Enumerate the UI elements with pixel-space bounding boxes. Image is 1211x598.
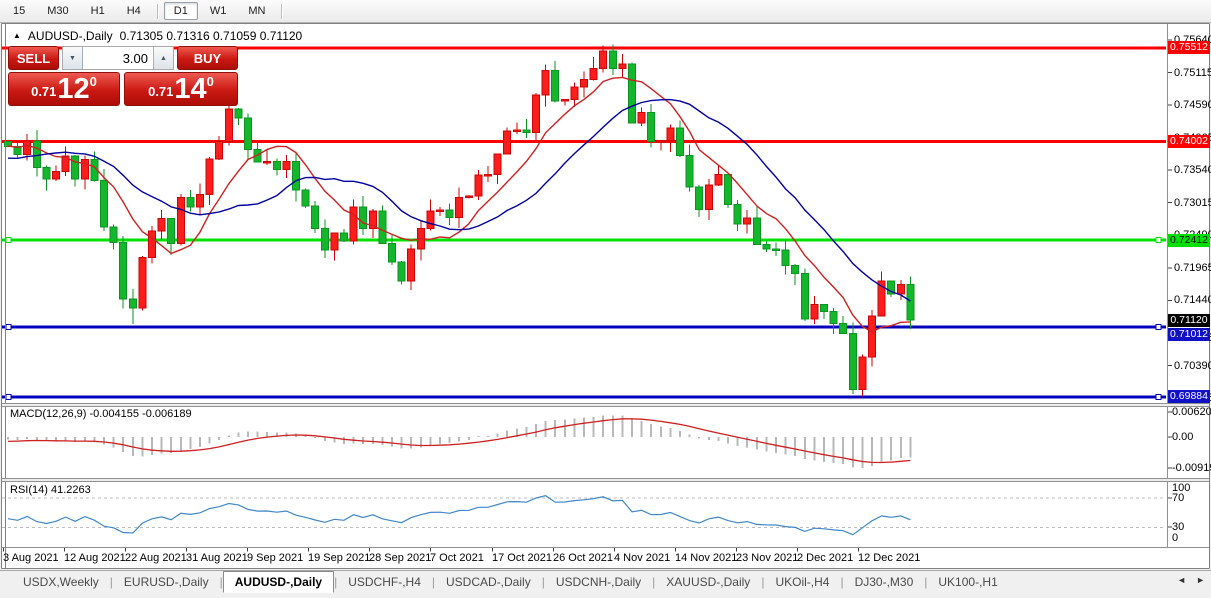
price-axis-tick: 0.70390: [1174, 360, 1211, 372]
chart-tab-dj30-m30[interactable]: DJ30-,M30: [844, 572, 925, 592]
chart-tab-eurusd-daily[interactable]: EURUSD-,Daily: [113, 572, 220, 592]
tab-scroll-right-icon[interactable]: ►: [1196, 575, 1205, 585]
chart-tab-usdx-weekly[interactable]: USDX,Weekly: [12, 572, 110, 592]
rsi-axis-tick: 70: [1172, 492, 1184, 504]
date-axis-label: 12 Dec 2021: [858, 552, 920, 564]
macd-pane-label: MACD(12,26,9) -0.004155 -0.006189: [10, 408, 192, 420]
price-axis-tick: 0.74590: [1174, 99, 1211, 111]
date-axis-label: 26 Oct 2021: [553, 552, 613, 564]
chart-tab-audusd-daily[interactable]: AUDUSD-,Daily: [223, 571, 334, 593]
sell-price-point: 0: [90, 74, 97, 89]
level-price-label: 0.75512: [1168, 41, 1210, 54]
sell-button[interactable]: SELL: [8, 46, 59, 70]
date-axis-label: 17 Oct 2021: [492, 552, 552, 564]
chart-symbol-label: AUDUSD-,Daily: [28, 29, 113, 43]
tab-scroll-left-icon[interactable]: ◄: [1177, 575, 1186, 585]
level-price-label: 0.71012: [1168, 328, 1210, 341]
date-axis-label: 3 Aug 2021: [3, 552, 59, 564]
price-axis-tick: 0.73540: [1174, 164, 1211, 176]
date-axis-label: 14 Nov 2021: [675, 552, 737, 564]
level-price-label: 0.69884: [1168, 390, 1210, 403]
current-price-label: 0.71120: [1168, 314, 1210, 327]
buy-price-pips: 14: [174, 76, 206, 103]
sell-price-prefix: 0.71: [31, 84, 56, 99]
volume-input[interactable]: 3.00: [83, 47, 153, 69]
chart-tab-usdchf-h4[interactable]: USDCHF-,H4: [337, 572, 432, 592]
one-click-trade-panel: SELL ▼ 3.00 ▲ BUY 0.71 12 0 0.71 14 0: [8, 46, 238, 106]
buy-price-point: 0: [207, 74, 214, 89]
price-axis-tick: 0.75115: [1174, 67, 1211, 79]
date-axis-label: 19 Sep 2021: [308, 552, 370, 564]
buy-button[interactable]: BUY: [177, 46, 238, 70]
volume-increase-icon[interactable]: ▲: [153, 47, 173, 69]
chart-title: ▲ AUDUSD-,Daily 0.71305 0.71316 0.71059 …: [13, 29, 302, 43]
date-axis-label: 9 Sep 2021: [247, 552, 303, 564]
tab-scroll-arrows: ◄ ►: [1177, 575, 1205, 585]
buy-price-prefix: 0.71: [148, 84, 173, 99]
chart-tab-usdcnh-daily[interactable]: USDCNH-,Daily: [545, 572, 652, 592]
date-axis-label: 22 Aug 2021: [125, 552, 187, 564]
sell-price-box[interactable]: 0.71 12 0: [8, 72, 120, 106]
volume-decrease-icon[interactable]: ▼: [63, 47, 83, 69]
buy-price-box[interactable]: 0.71 14 0: [124, 72, 238, 106]
level-price-label: 0.74002: [1168, 135, 1210, 148]
volume-group: ▼ 3.00 ▲: [62, 46, 174, 70]
price-axis-tick: 0.73015: [1174, 197, 1211, 209]
chart-ohlc-values: 0.71305 0.71316 0.71059 0.71120: [120, 29, 303, 43]
chart-tab-ukoil-h4[interactable]: UKOil-,H4: [764, 572, 840, 592]
macd-axis-tick: 0.006201: [1172, 406, 1211, 418]
date-axis-label: 4 Nov 2021: [614, 552, 670, 564]
date-axis-label: 2 Dec 2021: [797, 552, 853, 564]
chart-tab-uk100-h1[interactable]: UK100-,H1: [927, 572, 1008, 592]
date-axis-label: 28 Sep 2021: [369, 552, 431, 564]
price-axis-tick: 0.71440: [1174, 294, 1211, 306]
rsi-pane-label: RSI(14) 41.2263: [10, 484, 91, 496]
macd-axis-tick: 0.00: [1172, 431, 1193, 443]
chart-tab-usdcad-daily[interactable]: USDCAD-,Daily: [435, 572, 542, 592]
chart-tab-bar: USDX,Weekly|EURUSD-,Daily|AUDUSD-,Daily|…: [0, 570, 1211, 592]
date-axis-label: 12 Aug 2021: [64, 552, 126, 564]
date-axis-label: 23 Nov 2021: [736, 552, 798, 564]
price-axis-tick: 0.71965: [1174, 262, 1211, 274]
level-price-label: 0.72412: [1168, 234, 1210, 247]
rsi-axis-tick: 0: [1172, 532, 1178, 544]
date-axis-label: 31 Aug 2021: [186, 552, 248, 564]
macd-axis-tick: -0.009197: [1172, 462, 1211, 474]
sell-price-pips: 12: [57, 76, 89, 103]
chart-tab-xauusd-daily[interactable]: XAUUSD-,Daily: [655, 572, 761, 592]
collapse-triangle-icon[interactable]: ▲: [13, 31, 21, 40]
date-axis-label: 7 Oct 2021: [430, 552, 484, 564]
